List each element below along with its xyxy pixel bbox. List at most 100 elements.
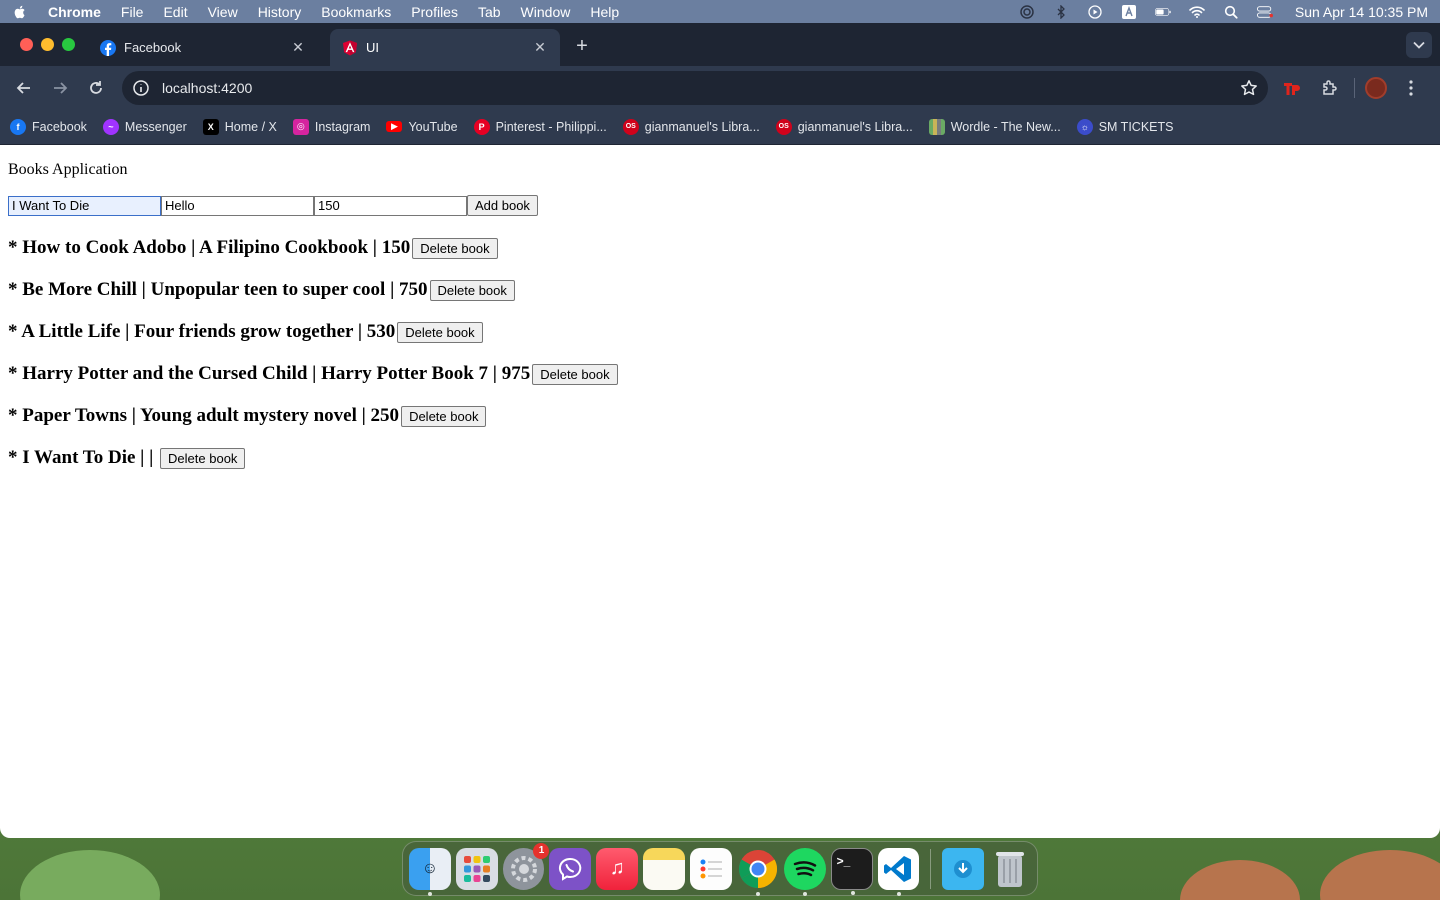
chrome-icon[interactable]	[737, 848, 779, 896]
url-text[interactable]: localhost:4200	[162, 80, 1240, 96]
finder-icon[interactable]: ☺	[409, 847, 451, 896]
book-title-input[interactable]	[8, 195, 161, 216]
wallpaper-tree	[1180, 860, 1300, 900]
reminders-icon[interactable]	[689, 847, 732, 890]
tab-ui[interactable]: UI ✕	[330, 29, 560, 66]
profile-avatar[interactable]	[1365, 76, 1387, 99]
tab-facebook[interactable]: Facebook ✕	[88, 29, 318, 66]
bookmark-label: gianmanuel's Libra...	[644, 119, 760, 134]
address-bar[interactable]: localhost:4200	[122, 70, 1268, 105]
delete-book-button[interactable]: Delete book	[532, 363, 618, 385]
minimize-window-button[interactable]	[41, 38, 54, 51]
wallpaper-tree	[20, 850, 160, 900]
tab-strip: Facebook ✕ UI ✕ +	[0, 23, 1440, 66]
arrow-right-icon	[54, 81, 68, 94]
chrome-menu-button[interactable]	[1397, 74, 1425, 102]
wifi-icon[interactable]	[1189, 5, 1205, 19]
delete-book-button[interactable]: Delete book	[160, 447, 246, 469]
menu-tab[interactable]: Tab	[478, 4, 501, 20]
book-text: * Paper Towns | Young adult mystery nove…	[8, 405, 400, 426]
book-price-input[interactable]	[314, 195, 467, 216]
bookmark-facebook[interactable]: f Facebook	[10, 118, 87, 135]
battery-icon[interactable]	[1154, 5, 1171, 19]
music-icon[interactable]: ♫	[596, 847, 639, 890]
menubar-clock[interactable]: Sun Apr 14 10:35 PM	[1295, 4, 1428, 20]
add-book-form: Add book	[8, 195, 1432, 216]
maximize-window-button[interactable]	[62, 38, 75, 51]
book-list: * How to Cook Adobo | A Filipino Cookboo…	[8, 237, 1432, 469]
menu-help[interactable]: Help	[590, 4, 619, 20]
book-item: * Paper Towns | Young adult mystery nove…	[8, 405, 1432, 427]
forward-button[interactable]	[46, 74, 74, 102]
delete-book-button[interactable]: Delete book	[412, 237, 498, 259]
instagram-icon: ◎	[292, 118, 309, 135]
x-icon: X	[202, 118, 219, 135]
spotlight-search-icon[interactable]	[1223, 5, 1239, 19]
bookmark-instagram[interactable]: ◎ Instagram	[292, 118, 370, 135]
facebook-icon	[100, 39, 116, 56]
tab-title: UI	[366, 40, 379, 55]
apple-icon[interactable]	[12, 4, 28, 20]
os-icon: OS	[622, 118, 639, 135]
book-description-input[interactable]	[161, 195, 314, 216]
new-tab-button[interactable]: +	[572, 35, 592, 58]
spotify-icon[interactable]	[783, 847, 826, 896]
chrome-window: Facebook ✕ UI ✕ + localhost:4200 f Faceb…	[0, 23, 1440, 838]
close-tab-icon[interactable]: ✕	[532, 39, 548, 56]
menu-app-name[interactable]: Chrome	[48, 4, 101, 20]
bookmark-wordle[interactable]: Wordle - The New...	[928, 118, 1061, 135]
delete-book-button[interactable]: Delete book	[401, 405, 487, 427]
bookmark-library-1[interactable]: OS gianmanuel's Libra...	[622, 118, 760, 135]
bookmark-star-icon[interactable]	[1240, 79, 1258, 97]
arrow-left-icon	[16, 81, 30, 94]
chevron-down-icon	[1413, 41, 1425, 49]
downloads-icon[interactable]	[942, 847, 985, 890]
bookmark-library-2[interactable]: OS gianmanuel's Libra...	[775, 118, 913, 135]
bookmark-pinterest[interactable]: P Pinterest - Philippi...	[473, 118, 607, 135]
tab-search-button[interactable]	[1406, 32, 1432, 58]
delete-book-button[interactable]: Delete book	[429, 279, 515, 301]
extension-tp-icon[interactable]	[1278, 74, 1306, 102]
angular-icon	[343, 40, 357, 55]
bookmark-youtube[interactable]: ▶ YouTube	[386, 119, 458, 134]
menu-profiles[interactable]: Profiles	[411, 4, 458, 20]
reload-button[interactable]	[82, 74, 110, 102]
bookmark-sm-tickets[interactable]: ☼ SM TICKETS	[1076, 118, 1173, 135]
bluetooth-icon[interactable]	[1053, 4, 1069, 19]
bookmark-label: YouTube	[408, 119, 458, 134]
add-book-button[interactable]: Add book	[467, 195, 538, 216]
site-info-icon[interactable]	[132, 79, 150, 97]
close-tab-icon[interactable]: ✕	[290, 39, 306, 56]
play-icon[interactable]	[1087, 4, 1103, 19]
system-settings-icon[interactable]: 1	[502, 842, 550, 890]
wallpaper-tree	[1320, 850, 1440, 900]
trash-icon[interactable]	[989, 848, 1031, 890]
control-center-icon[interactable]	[1256, 5, 1273, 19]
launchpad-icon[interactable]	[455, 847, 498, 890]
kebab-menu-icon	[1409, 79, 1413, 96]
bookmark-x[interactable]: X Home / X	[202, 118, 277, 135]
menu-bookmarks[interactable]: Bookmarks	[321, 4, 391, 20]
airdrop-icon[interactable]	[1019, 4, 1035, 19]
menu-file[interactable]: File	[121, 4, 144, 20]
delete-book-button[interactable]: Delete book	[397, 321, 483, 343]
book-item: * How to Cook Adobo | A Filipino Cookboo…	[8, 237, 1432, 259]
notification-badge: 1	[533, 842, 550, 859]
menu-edit[interactable]: Edit	[163, 4, 187, 20]
menu-window[interactable]: Window	[521, 4, 571, 20]
toolbar-divider	[1354, 77, 1355, 98]
input-source-icon[interactable]	[1121, 4, 1137, 19]
menu-history[interactable]: History	[258, 4, 302, 20]
menubar-status-area: Sun Apr 14 10:35 PM	[1019, 4, 1428, 20]
extensions-puzzle-icon[interactable]	[1316, 74, 1344, 102]
menu-view[interactable]: View	[208, 4, 238, 20]
bookmark-messenger[interactable]: ~ Messenger	[102, 118, 187, 135]
messenger-icon: ~	[102, 118, 119, 135]
vscode-icon[interactable]	[877, 847, 920, 896]
back-button[interactable]	[10, 74, 38, 102]
youtube-icon: ▶	[386, 121, 403, 132]
notes-icon[interactable]	[643, 847, 685, 890]
terminal-icon[interactable]: >_	[830, 847, 873, 895]
close-window-button[interactable]	[20, 38, 33, 51]
viber-icon[interactable]	[549, 847, 592, 890]
